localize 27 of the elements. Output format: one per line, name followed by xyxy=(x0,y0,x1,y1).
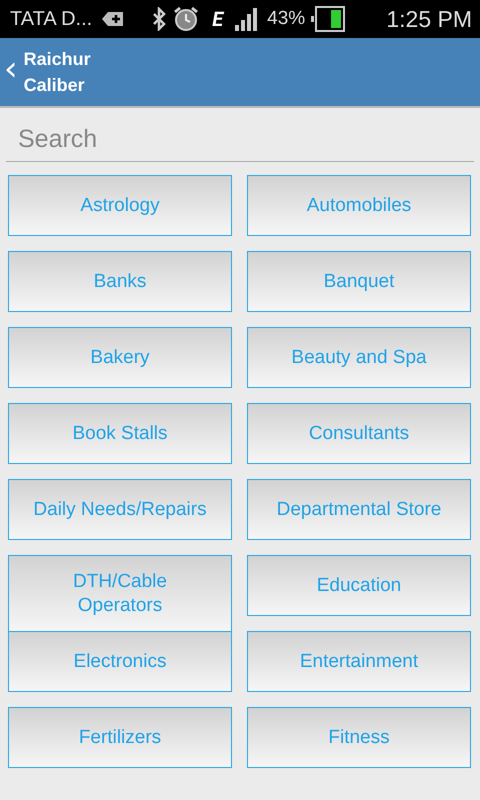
battery-percentage: 43% xyxy=(267,8,306,30)
search-field[interactable]: Search xyxy=(6,118,474,162)
back-button[interactable]: ‹ xyxy=(0,49,24,95)
category-button[interactable]: Departmental Store xyxy=(247,479,471,540)
category-button[interactable]: Electronics xyxy=(8,631,232,692)
notification-icon xyxy=(102,11,124,27)
alarm-clock-icon xyxy=(172,5,200,33)
category-button[interactable]: DTH/Cable Operators xyxy=(8,555,232,633)
category-button[interactable]: Beauty and Spa xyxy=(247,327,471,388)
app-title: Raichur Caliber xyxy=(24,48,91,97)
category-button[interactable]: Banks xyxy=(8,251,232,312)
category-button[interactable]: Consultants xyxy=(247,403,471,464)
category-button[interactable]: Fitness xyxy=(247,707,471,768)
category-button[interactable]: Book Stalls xyxy=(8,403,232,464)
bluetooth-icon xyxy=(152,7,166,31)
network-type-icon: E xyxy=(212,7,224,31)
category-button[interactable]: Banquet xyxy=(247,251,471,312)
battery-icon xyxy=(311,6,346,32)
category-button[interactable]: Astrology xyxy=(8,175,232,236)
category-button[interactable]: Education xyxy=(247,555,471,616)
carrier-name: TATA D... xyxy=(10,8,92,30)
clock-time: 1:25 PM xyxy=(386,6,472,32)
category-button[interactable]: Entertainment xyxy=(247,631,471,692)
category-button[interactable]: Fertilizers xyxy=(8,707,232,768)
category-button[interactable]: Daily Needs/Repairs xyxy=(8,479,232,540)
category-button[interactable]: Automobiles xyxy=(247,175,471,236)
category-button[interactable]: Bakery xyxy=(8,327,232,388)
